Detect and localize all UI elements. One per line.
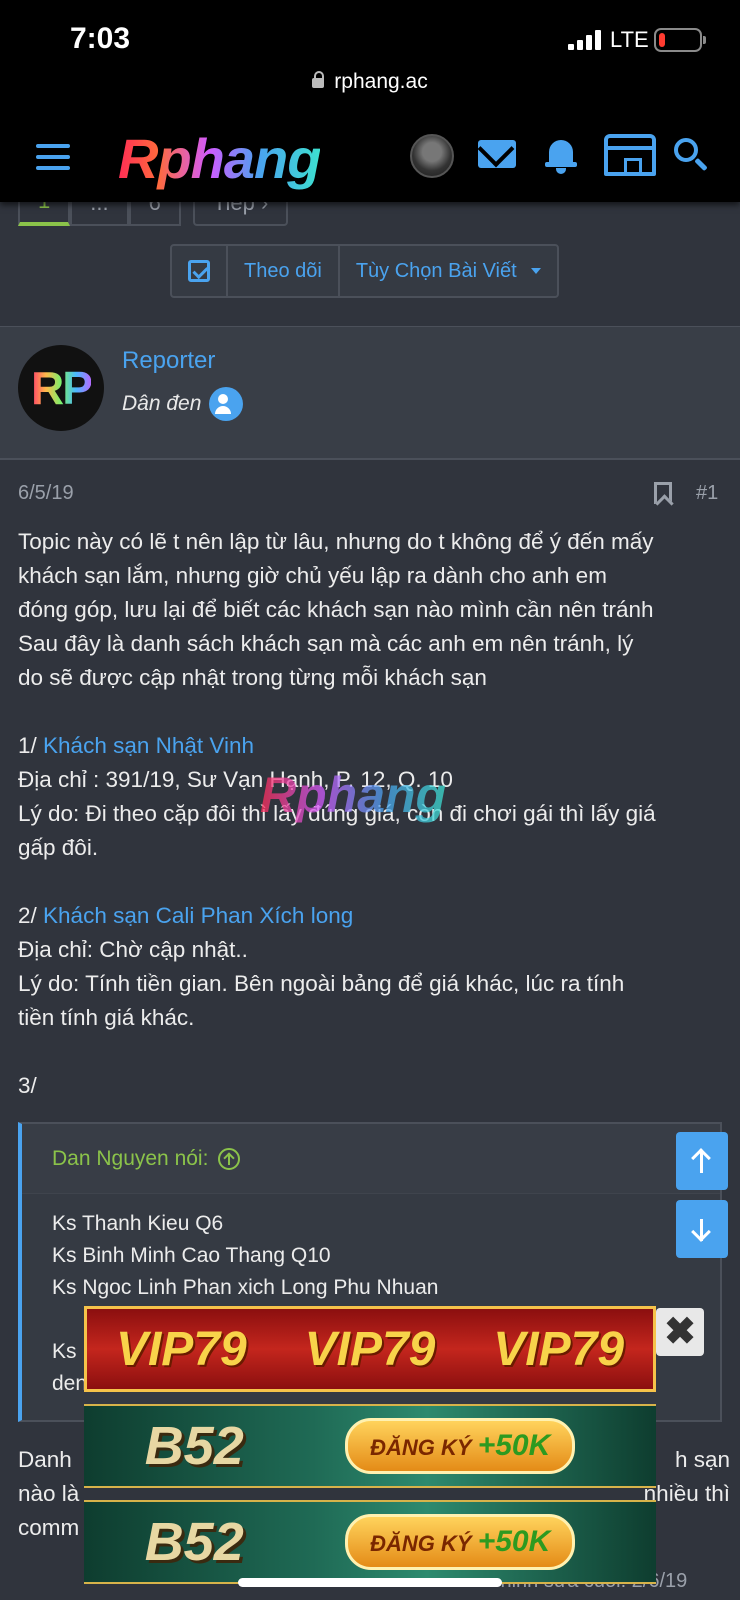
ad-bonus: +50K	[477, 1429, 551, 1462]
watch-button[interactable]: Theo dõi	[228, 246, 340, 296]
hotel-2-index: 2/	[18, 903, 44, 928]
ad-logo: B52	[144, 1416, 244, 1476]
ad-bonus: +50K	[477, 1525, 551, 1558]
author-title-row: Dân đen	[122, 387, 244, 421]
hotel-2-link[interactable]: Khách sạn Cali Phan Xích long	[43, 903, 353, 928]
arrow-down-icon	[690, 1215, 714, 1243]
author-title: Dân đen	[122, 392, 202, 415]
bookmark-icon[interactable]	[654, 482, 672, 504]
user-badge-icon	[209, 387, 244, 421]
post-text-line: đóng góp, lưu lại để biết các khách sạn …	[18, 597, 654, 622]
post-date[interactable]: 6/5/19	[18, 482, 74, 505]
author-name[interactable]: Reporter	[122, 347, 215, 375]
post-text-line: nhiều thì	[643, 1481, 730, 1506]
post-author: RP Reporter Dân đen	[0, 326, 740, 460]
hotel-2-address: Địa chỉ: Chờ cập nhật..	[18, 937, 248, 962]
ad-text: VIP79	[115, 1322, 247, 1376]
watch-checkbox[interactable]	[172, 246, 228, 296]
hotel-3-heading: 3/	[18, 1073, 37, 1098]
hotel-2-reason: Lý do: Tính tiền gian. Bên ngoài bảng để…	[18, 971, 625, 996]
network-label: LTE	[610, 27, 649, 52]
ad-register-button[interactable]: ĐĂNG KÝ +50K	[345, 1514, 576, 1570]
post-text-line: Sau đây là danh sách khách sạn mà các an…	[18, 631, 634, 656]
site-logo[interactable]: Rphang	[118, 126, 321, 191]
post-number[interactable]: #1	[696, 482, 718, 505]
close-ad-button[interactable]: ✖	[656, 1308, 704, 1356]
url-text: rphang.ac	[334, 70, 428, 93]
hotel-1-reason-cont: gấp đôi.	[18, 835, 99, 860]
bell-icon[interactable]	[544, 136, 578, 174]
post-text-line: h sạn	[674, 1447, 730, 1472]
ad-text: VIP79	[493, 1322, 625, 1376]
caret-down-icon	[530, 268, 541, 274]
ad-register-button[interactable]: ĐĂNG KÝ +50K	[345, 1418, 576, 1474]
quote-line: Ks Thanh Kieu Q6	[52, 1212, 224, 1235]
post-text-line: Danh	[18, 1447, 72, 1472]
watermark-logo: Rphang	[260, 767, 447, 823]
arrow-up-icon	[690, 1147, 714, 1175]
ad-logo: B52	[144, 1512, 244, 1572]
hotel-1-link[interactable]: Khách sạn Nhật Vinh	[43, 733, 254, 758]
post-options-dropdown[interactable]: Tùy Chọn Bài Viết	[340, 246, 557, 296]
scroll-top-button[interactable]	[676, 1132, 728, 1190]
post-text-line: do sẽ được cập nhật trong từng mỗi khách…	[18, 665, 487, 690]
author-avatar[interactable]: RP	[18, 345, 104, 431]
scroll-bottom-button[interactable]	[676, 1200, 728, 1258]
mail-icon[interactable]	[478, 140, 516, 168]
vip79-banner-ad[interactable]: VIP79 VIP79 VIP79	[84, 1306, 656, 1392]
home-indicator[interactable]	[238, 1578, 502, 1587]
hotel-1-heading: 1/ Khách sạn Nhật Vinh	[18, 729, 730, 763]
ad-cta: ĐĂNG KÝ	[370, 1531, 472, 1556]
checkbox-icon	[188, 260, 210, 282]
post-text-line: Topic này có lẽ t nên lập từ lâu, nhưng …	[18, 529, 654, 554]
search-icon[interactable]	[674, 138, 710, 174]
quote-header[interactable]: Dan Nguyen nói:	[22, 1124, 720, 1194]
account-avatar[interactable]	[410, 134, 454, 178]
ad-text: VIP79	[304, 1322, 436, 1376]
menu-icon[interactable]	[36, 144, 70, 172]
hotel-2-heading: 2/ Khách sạn Cali Phan Xích long	[18, 899, 730, 933]
hotel-2-reason-cont: tiền tính giá khác.	[18, 1005, 195, 1030]
store-icon[interactable]	[604, 134, 656, 176]
thread-actions: Theo dõi Tùy Chọn Bài Viết	[170, 244, 559, 298]
post-options-label: Tùy Chọn Bài Viết	[355, 259, 517, 282]
battery-icon	[654, 28, 706, 52]
quote-author: Dan Nguyen nói:	[52, 1146, 209, 1170]
avatar-initials: RP	[31, 362, 93, 414]
clock: 7:03	[70, 22, 131, 55]
site-header: Rphang	[0, 122, 740, 202]
quote-line: Ks Binh Minh Cao Thang Q10	[52, 1244, 331, 1267]
hotel-1-index: 1/	[18, 733, 44, 758]
status-bar: 7:03 LTE rphang.ac	[0, 0, 740, 122]
screen: 7:03 LTE rphang.ac 1 ... 6 Tiếp › Rphang…	[0, 0, 740, 1600]
signal-icon	[568, 30, 602, 50]
quote-line: Ks Ngoc Linh Phan xich Long Phu Nhuan	[52, 1276, 439, 1299]
post-text-line: nào là	[18, 1481, 80, 1506]
jump-to-quote-icon[interactable]	[218, 1147, 241, 1170]
address-bar[interactable]: rphang.ac	[0, 70, 740, 94]
b52-banner-ad[interactable]: B52 ĐĂNG KÝ +50K	[84, 1500, 656, 1584]
b52-banner-ad[interactable]: B52 ĐĂNG KÝ +50K	[84, 1404, 656, 1488]
post-text-line: khách sạn lắm, nhưng giờ chủ yếu lập ra …	[18, 563, 607, 588]
ad-cta: ĐĂNG KÝ	[370, 1435, 472, 1460]
lock-icon	[312, 71, 325, 88]
